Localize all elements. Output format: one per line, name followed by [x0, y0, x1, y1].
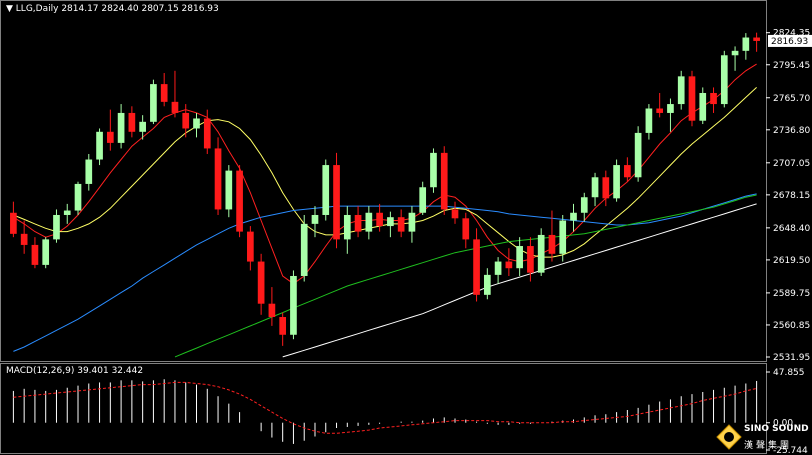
- candle-body: [290, 275, 297, 335]
- logo-text-cn: 漢聲集團: [744, 441, 793, 451]
- candle-body: [742, 37, 750, 51]
- candle-body: [376, 212, 383, 227]
- candle-body: [214, 148, 222, 210]
- candle-body: [720, 55, 728, 105]
- logo-text-en: SINO SOUND: [744, 424, 809, 434]
- candle-body: [634, 132, 642, 178]
- candle-body: [279, 317, 287, 335]
- price-tick-label: 2736.80: [773, 126, 810, 136]
- candle-body: [236, 170, 243, 232]
- current-price-label: 2816.93: [771, 37, 808, 47]
- candle-body: [322, 165, 330, 215]
- price-tick-label: 2765.70: [773, 94, 810, 104]
- candle-body: [354, 214, 362, 232]
- candle-body: [570, 212, 577, 221]
- dropdown-triangle-icon[interactable]: ▼: [6, 4, 13, 14]
- candle-body: [505, 261, 513, 269]
- price-tick-label: 2619.50: [773, 256, 810, 266]
- candle-body: [139, 121, 146, 132]
- candle-body: [10, 212, 17, 234]
- price-tick-label: 2589.75: [773, 289, 810, 299]
- price-tick-label: 2795.45: [773, 61, 810, 71]
- candle-body: [451, 209, 459, 219]
- candle-body: [85, 159, 93, 184]
- candle-body: [74, 183, 82, 211]
- candle-body: [440, 152, 448, 210]
- candle-body: [430, 152, 437, 188]
- candle-body: [20, 233, 28, 245]
- candle-body: [343, 214, 351, 240]
- candle-body: [182, 112, 190, 129]
- candle-body: [559, 220, 567, 254]
- candle-body: [257, 261, 265, 304]
- chart-canvas: 2824.352795.452765.702736.802707.052678.…: [0, 0, 812, 455]
- candle-body: [408, 212, 416, 232]
- price-tick-label: 2707.05: [773, 159, 810, 169]
- candle-body: [494, 261, 502, 275]
- sino-sound-logo: SINO SOUND 漢聲集團: [714, 418, 810, 454]
- candle-body: [333, 165, 340, 240]
- candle-body: [311, 214, 319, 224]
- candle-body: [150, 84, 157, 122]
- candle-body: [96, 131, 103, 160]
- price-header: ▼ LLG,Daily 2814.17 2824.40 2807.15 2816…: [6, 4, 219, 14]
- candle-body: [193, 118, 200, 129]
- price-tick-label: 2648.40: [773, 224, 810, 234]
- candle-body: [203, 118, 211, 149]
- candle-body: [473, 239, 480, 295]
- candle-body: [128, 112, 136, 132]
- candle-body: [160, 84, 168, 102]
- candle-body: [42, 239, 50, 265]
- candle-body: [613, 165, 620, 199]
- macd-tick-label: 47.855: [773, 368, 805, 378]
- candle-body: [483, 274, 491, 295]
- ohlc-values: 2814.17 2824.40 2807.15 2816.93: [61, 4, 219, 14]
- logo-mark-icon: [716, 424, 742, 450]
- candle-body: [300, 223, 308, 276]
- candle-body: [117, 112, 125, 143]
- symbol-label: LLG,Daily: [15, 4, 59, 14]
- candle-body: [419, 187, 427, 213]
- candle-body: [365, 212, 373, 232]
- candle-body: [688, 76, 696, 121]
- macd-header: MACD(12,26,9) 39.401 32.442: [6, 366, 144, 376]
- candle-body: [731, 50, 739, 56]
- candle-body: [527, 246, 534, 273]
- candle-body: [225, 170, 233, 210]
- candle-body: [624, 165, 631, 178]
- candle-body: [31, 244, 39, 265]
- candle-body: [591, 177, 599, 198]
- candle-body: [656, 108, 664, 113]
- candle-body: [710, 92, 717, 105]
- candle-body: [580, 197, 588, 213]
- candle-body: [516, 246, 523, 269]
- candle-body: [397, 217, 405, 232]
- candle-body: [602, 177, 610, 199]
- candle-body: [63, 210, 71, 215]
- candle-body: [677, 76, 685, 105]
- candle-body: [548, 234, 556, 254]
- price-tick-label: 2678.15: [773, 191, 810, 201]
- candle-body: [247, 231, 254, 262]
- candle-body: [753, 37, 760, 41]
- candle-body: [106, 131, 114, 143]
- candle-body: [537, 234, 545, 273]
- candle-body: [53, 214, 60, 240]
- candle-body: [387, 217, 394, 227]
- price-tick-label: 2560.85: [773, 321, 810, 331]
- candle-body: [667, 104, 674, 113]
- candle-body: [268, 303, 276, 318]
- candle-body: [699, 92, 707, 121]
- candle-body: [171, 101, 179, 113]
- price-tick-label: 2531.95: [773, 353, 810, 363]
- candle-body: [645, 108, 653, 133]
- candle-body: [462, 218, 470, 240]
